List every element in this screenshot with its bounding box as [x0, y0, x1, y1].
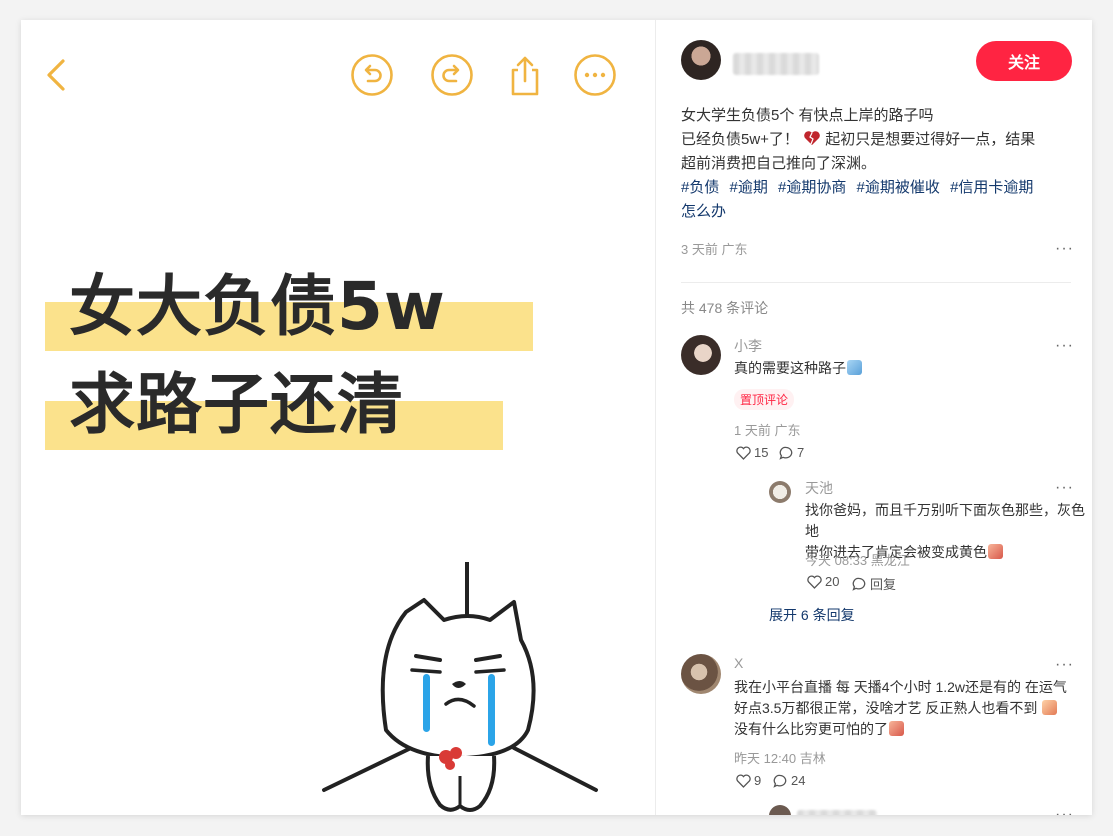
undo-icon [351, 54, 393, 96]
comment-text-content: 真的需要这种路子 [734, 360, 846, 376]
reply-meta: 今天 08:33 黑龙江 [805, 550, 910, 569]
commenter-name[interactable]: 小李 [734, 336, 762, 356]
post-content: 女大学生负债5个 有快点上岸的路子吗 已经负债5w+了！ 起初只是想要过得好一点… [681, 104, 1071, 224]
comment-more-button[interactable]: ··· [1055, 338, 1074, 354]
hashtag-link[interactable]: #信用卡逾期 [950, 179, 1033, 196]
note-info-panel: 关注 女大学生负债5个 有快点上岸的路子吗 已经负债5w+了！ 起初只是想要过得… [657, 20, 1092, 815]
comment-meta: 昨天 12:40 吉林 [734, 748, 826, 767]
commenter-avatar[interactable] [681, 335, 721, 375]
comment-time: 1 天前 [734, 423, 771, 438]
comment-more-button[interactable]: ··· [1055, 657, 1074, 673]
reply-time: 今天 08:33 [805, 553, 868, 568]
reply-more-button[interactable]: ··· [1055, 807, 1074, 816]
hashtag-link[interactable]: #逾期协商 [778, 179, 846, 196]
author-avatar[interactable] [681, 40, 721, 80]
post-title: 女大学生负债5个 有快点上岸的路子吗 [681, 107, 934, 124]
like-count: 15 [754, 445, 769, 460]
cover-image-panel: 女大负债5w 求路子还清 [21, 20, 656, 815]
post-meta: 3 天前 广东 [681, 239, 747, 258]
undo-button[interactable] [350, 53, 394, 97]
post-more-button[interactable]: ··· [1055, 241, 1074, 257]
post-body-line: 已经负债5w+了！ 起初只是想要过得好一点，结果 [681, 128, 1071, 152]
redo-icon [431, 54, 473, 96]
note-detail-modal: 女大负债5w 求路子还清 关注 女大学生负债5个 有快点上岸的路子吗 已经负债5… [21, 20, 1092, 815]
expand-replies-button[interactable]: 展开 6 条回复 [769, 605, 855, 625]
cover-headline-line2: 求路子还清 [69, 366, 404, 443]
more-options-button[interactable] [573, 53, 617, 97]
back-button[interactable] [35, 53, 79, 97]
comment-bubble-icon [773, 774, 787, 788]
crying-cat-illustration [322, 562, 598, 812]
comment-text-line-wrap: 没有什么比穷更可怕的了 [734, 719, 1067, 740]
angry-face-emoji-icon [988, 544, 1003, 559]
comment-location: 广东 [774, 423, 801, 438]
hashtag-link-continued[interactable]: 怎么办 [681, 200, 1065, 224]
post-body-text: 已经负债5w+了！ [681, 131, 799, 148]
hashtag-link[interactable]: #逾期被催收 [857, 179, 940, 196]
comment-text-line-wrap: 好点3.5万都很正常，没啥才艺 反正熟人也看不到 [734, 698, 1067, 719]
author-name-blurred[interactable] [733, 53, 819, 75]
post-body-text: 起初只是想要过得好一点，结果 [825, 131, 1036, 148]
heart-icon [736, 774, 751, 788]
like-button[interactable]: 15 [736, 445, 768, 460]
reply-count: 24 [791, 773, 806, 788]
comment-meta: 1 天前 广东 [734, 420, 800, 439]
comment-text: 我在小平台直播 每 天播4个小时 1.2w还是有的 在运气 好点3.5万都很正常… [734, 677, 1067, 740]
comment-text-line: 我在小平台直播 每 天播4个小时 1.2w还是有的 在运气 [734, 679, 1067, 695]
reply-text-line: 找你爸妈，而且千万别听下面灰色那些，灰色地 [805, 502, 1085, 539]
comment-text-line: 好点3.5万都很正常，没啥才艺 反正熟人也看不到 [734, 700, 1038, 716]
praying-emoji-icon [847, 360, 862, 375]
cover-headline-line1: 女大负债5w [69, 268, 446, 345]
reply-location: 黑龙江 [870, 553, 910, 568]
reply-label: 回复 [870, 577, 897, 592]
commenter-avatar[interactable] [681, 654, 721, 694]
post-time: 3 天前 [681, 242, 718, 257]
divider [681, 282, 1071, 283]
hashtag-link[interactable]: #逾期 [730, 179, 768, 196]
share-icon [511, 56, 539, 96]
reply-like-button[interactable]: 20 [807, 574, 839, 589]
comment-bubble-icon [779, 446, 793, 460]
comment-count: 共 478 条评论 [681, 300, 769, 316]
pinned-badge: 置顶评论 [734, 389, 795, 410]
reply-more-button[interactable]: ··· [1055, 480, 1074, 496]
comment-text: 真的需要这种路子 [734, 358, 862, 379]
replier-avatar[interactable] [769, 805, 791, 815]
replier-name[interactable]: 天池 [769, 478, 833, 498]
broken-heart-icon [804, 131, 820, 145]
like-button[interactable]: 9 [736, 773, 761, 788]
comment-location: 吉林 [799, 751, 826, 766]
face-emoji-icon [1042, 700, 1058, 715]
heart-icon [807, 575, 822, 589]
share-button[interactable] [503, 53, 547, 97]
angry-face-emoji-icon [889, 721, 904, 736]
reply-button[interactable]: 24 [773, 773, 805, 788]
like-count: 20 [825, 574, 840, 589]
more-icon [574, 54, 616, 96]
reply-count: 7 [797, 445, 805, 460]
reply-button[interactable]: 7 [779, 445, 804, 460]
chevron-left-icon [47, 59, 65, 91]
hashtag-link[interactable]: #负债 [681, 179, 719, 196]
follow-button[interactable]: 关注 [976, 41, 1072, 81]
like-count: 9 [754, 773, 762, 788]
comment-time: 昨天 12:40 [734, 751, 797, 766]
post-location: 广东 [721, 242, 748, 257]
reply-reply-button[interactable]: 回复 [852, 574, 896, 593]
heart-icon [736, 446, 751, 460]
post-tags: #负债 #逾期 #逾期协商 #逾期被催收 #信用卡逾期 [681, 176, 1071, 200]
post-body-text: 超前消费把自己推向了深渊。 [681, 155, 877, 172]
redo-button[interactable] [430, 53, 474, 97]
commenter-name[interactable]: X [734, 655, 743, 671]
comment-text-line: 没有什么比穷更可怕的了 [734, 721, 888, 737]
comment-bubble-icon [852, 577, 866, 591]
replier-name-blurred[interactable] [797, 810, 877, 815]
